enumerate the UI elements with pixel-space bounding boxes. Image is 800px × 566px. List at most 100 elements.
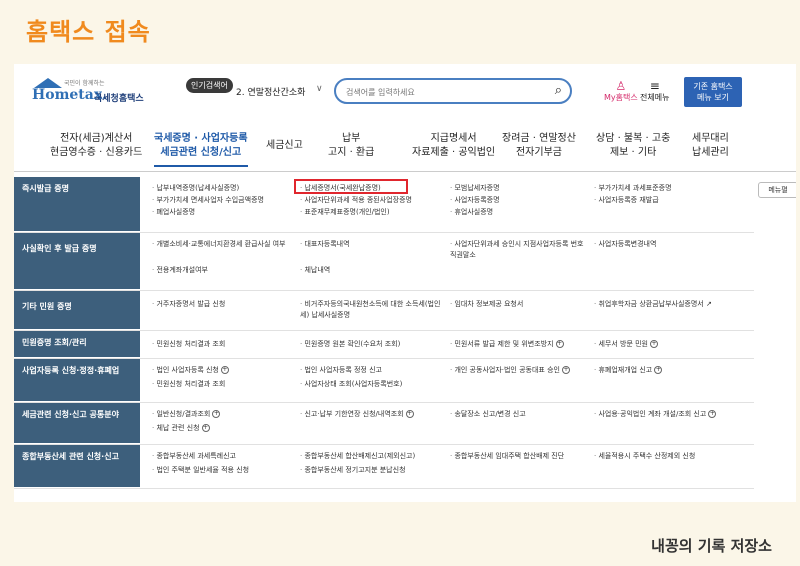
menu-link[interactable]: 종합부동산세 과세특례신고	[152, 451, 236, 462]
nav-payment-statement[interactable]: 지급명세서 자료제출 · 공익법인	[412, 132, 495, 160]
menu-link[interactable]: 거주자증명서 발급 신청	[152, 299, 225, 310]
popular-search-label: 인기검색어	[186, 78, 233, 93]
nav-label: 고지 · 환급	[328, 147, 375, 158]
nav-label: 국세증명 · 사업자등록	[154, 133, 248, 144]
site-header: 국민이 함께하는 Hometax. 국세청홈택스 인기검색어 2. 연말정산간소…	[14, 64, 796, 116]
menu-link[interactable]: 신고·납부 기한연장 신청/내역조회+	[300, 409, 414, 420]
menu-expand-button[interactable]: 메뉴펼	[758, 182, 796, 198]
table-row: 사실확인 후 발급 증명 개별소비세·교통에너지환경세 환급사실 여부 전용계좌…	[14, 233, 754, 291]
menu-link-label: 세무서 방문 민원	[598, 340, 648, 348]
nav-tax-filing[interactable]: 세금신고	[266, 139, 303, 153]
menu-link[interactable]: 취업후학자금 상환금납부사실증명서 ↗	[594, 299, 711, 310]
menu-link[interactable]: 임대차 정보제공 요청서	[450, 299, 523, 310]
menu-link[interactable]: 개별소비세·교통에너지환경세 환급사실 여부	[152, 239, 292, 250]
plus-icon[interactable]: +	[201, 424, 210, 432]
menu-link[interactable]: 사업자등록변경내역	[594, 239, 656, 250]
menu-link[interactable]: 모범납세자증명	[450, 183, 499, 194]
allmenu-label: 전체메뉴	[640, 93, 670, 102]
menu-link[interactable]: 휴폐업재개업 신고+	[594, 365, 663, 376]
menu-link[interactable]: 사업용·공익법인 계좌 개설/조회 신고+	[594, 409, 717, 420]
menu-link[interactable]: 납부내역증명(납세사실증명)	[152, 183, 239, 194]
menu-link[interactable]: 대표자등록내역	[300, 239, 349, 250]
nav-payment[interactable]: 납부 고지 · 환급	[328, 132, 374, 160]
plus-icon[interactable]: +	[561, 366, 570, 374]
row-heading: 민원증명 조회/관리	[14, 331, 140, 358]
nav-label: 전자기부금	[515, 147, 562, 158]
hometax-logo[interactable]: 국민이 함께하는 Hometax. 국세청홈택스	[28, 78, 158, 106]
menu-link[interactable]: 사업자등록증명	[450, 195, 499, 206]
plus-icon[interactable]: +	[708, 410, 717, 418]
menu-link[interactable]: 민원신청 처리결과 조회	[152, 379, 225, 390]
nav-certificates[interactable]: 국세증명 · 사업자등록 세금관련 신청/신고	[154, 132, 248, 167]
table-row: 종합부동산세 관련 신청·신고 종합부동산세 과세특례신고 법인 주택분 일반세…	[14, 445, 754, 489]
menu-link[interactable]: 법인 사업자등록 정정 신고	[300, 365, 382, 376]
menu-link[interactable]: 종합부동산세 정기고지분 분납신청	[300, 465, 405, 476]
menu-link[interactable]: 사업자상태 조회(사업자등록번호)	[300, 379, 402, 390]
menu-link[interactable]: 송달장소 신고/변경 신고	[450, 409, 525, 420]
table-row: 세금관련 신청·신고 공통분야 일반신청/결과조회+ 체납 관련 신청+ 신고·…	[14, 403, 754, 445]
nav-label: 세금관련 신청/신고	[160, 147, 242, 158]
search-input[interactable]	[346, 85, 536, 99]
menu-link-label: 휴폐업재개업 신고	[598, 366, 653, 374]
menu-link[interactable]: 일반신청/결과조회+	[152, 409, 221, 420]
menu-link[interactable]: 체납 관련 신청+	[152, 423, 210, 434]
allmenu-button[interactable]: ≡ 전체메뉴	[640, 80, 669, 103]
nav-einvoice[interactable]: 전자(세금)계산서 현금영수증 · 신용카드	[50, 132, 142, 160]
menu-link[interactable]: 법인 주택분 일반세율 적용 신청	[152, 465, 249, 476]
nav-label: 현금영수증 · 신용카드	[50, 147, 143, 158]
menu-link[interactable]: 사업자단위과세 승인시 지점사업자등록 번호 직권말소	[450, 239, 590, 261]
nav-label: 자료제출 · 공익법인	[412, 147, 496, 158]
nav-incentives[interactable]: 장려금 · 연말정산 전자기부금	[502, 132, 576, 160]
menu-link[interactable]: 부가가치세 면세사업자 수입금액증명	[152, 195, 264, 206]
table-row: 민원증명 조회/관리 민원신청 처리결과 조회 민원증명 원본 확인(수요처 조…	[14, 331, 754, 359]
plus-icon[interactable]: +	[405, 410, 414, 418]
menu-link[interactable]: 세율적용시 주택수 산정제외 신청	[594, 451, 695, 462]
chevron-down-icon[interactable]: ∨	[316, 84, 323, 94]
menu-link[interactable]: 법인 사업자등록 신청+	[152, 365, 229, 376]
menu-link[interactable]: 폐업사실증명	[152, 207, 195, 218]
popular-search-term[interactable]: 2. 연말정산간소화	[236, 85, 305, 98]
nav-consult[interactable]: 상담 · 불복 · 고충 제보 · 기타	[596, 132, 670, 160]
menu-link[interactable]: 종합부동산세 합산배제신고(제외신고)	[300, 451, 415, 462]
plus-icon[interactable]: +	[649, 340, 658, 348]
myhome-button[interactable]: ♙ My홈택스	[604, 80, 638, 103]
classic-line2: 메뉴 보기	[697, 93, 729, 102]
menu-link-label: 취업후학자금 상환금납부사실증명서	[598, 300, 704, 308]
classic-menu-button[interactable]: 기존 홈택스 메뉴 보기	[684, 77, 742, 107]
nav-label: 장려금 · 연말정산	[502, 133, 576, 144]
row-heading: 사업자등록 신청·정정·휴폐업	[14, 359, 140, 402]
menu-link[interactable]: 민원서류 발급 제한 및 위변조방지+	[450, 339, 564, 350]
nav-tax-agent[interactable]: 세무대리 납세관리	[692, 132, 729, 160]
menu-link-label: 일반신청/결과조회	[156, 410, 211, 418]
menu-link[interactable]: 개인 공동사업자·법인 공동대표 승인+	[450, 365, 570, 376]
nav-label: 지급명세서	[430, 133, 477, 144]
menu-link-label: 신고·납부 기한연장 신청/내역조회	[304, 410, 404, 418]
plus-icon[interactable]: +	[220, 366, 229, 374]
menu-link[interactable]: 표준재무제표증명(개인/법인)	[300, 207, 389, 218]
menu-link[interactable]: 민원증명 원본 확인(수요처 조회)	[300, 339, 400, 350]
row-heading: 종합부동산세 관련 신청·신고	[14, 445, 140, 488]
menu-link[interactable]: 전용계좌개설여부	[152, 265, 208, 276]
menu-link-label: 체납 관련 신청	[156, 424, 200, 432]
plus-icon[interactable]: +	[654, 366, 663, 374]
menu-link[interactable]: 민원신청 처리결과 조회	[152, 339, 225, 350]
table-row: 기타 민원 증명 거주자증명서 발급 신청 비거주자등의국내원천소득에 대한 소…	[14, 291, 754, 331]
logo-korean: 국세청홈택스	[94, 94, 144, 104]
plus-icon[interactable]: +	[555, 340, 564, 348]
blog-footer: 내꽁의 기록 저장소	[651, 537, 772, 555]
search-icon[interactable]: ⌕	[555, 83, 562, 98]
menu-link[interactable]: 부가가치세 과세표준증명	[594, 183, 671, 194]
logo-tagline: 국민이 함께하는	[64, 80, 105, 87]
menu-link[interactable]: 종합부동산세 임대주택 합산배제 진단	[450, 451, 564, 462]
menu-link[interactable]: 사업자단위과세 적용 종된사업장증명	[300, 195, 412, 206]
menu-link[interactable]: 비거주자등의국내원천소득에 대한 소득세(법인세) 납세사실증명	[300, 299, 446, 321]
menu-link[interactable]: 세무서 방문 민원+	[594, 339, 658, 350]
menu-link-label: 개인 공동사업자·법인 공동대표 승인	[454, 366, 560, 374]
highlight-box	[294, 179, 408, 194]
row-heading: 사실확인 후 발급 증명	[14, 233, 140, 290]
plus-icon[interactable]: +	[212, 410, 221, 418]
menu-link[interactable]: 휴업사실증명	[450, 207, 493, 218]
menu-link[interactable]: 사업자등록증 재발급	[594, 195, 658, 206]
menu-link[interactable]: 체납내역	[300, 265, 330, 276]
search-box: ⌕	[334, 78, 572, 104]
